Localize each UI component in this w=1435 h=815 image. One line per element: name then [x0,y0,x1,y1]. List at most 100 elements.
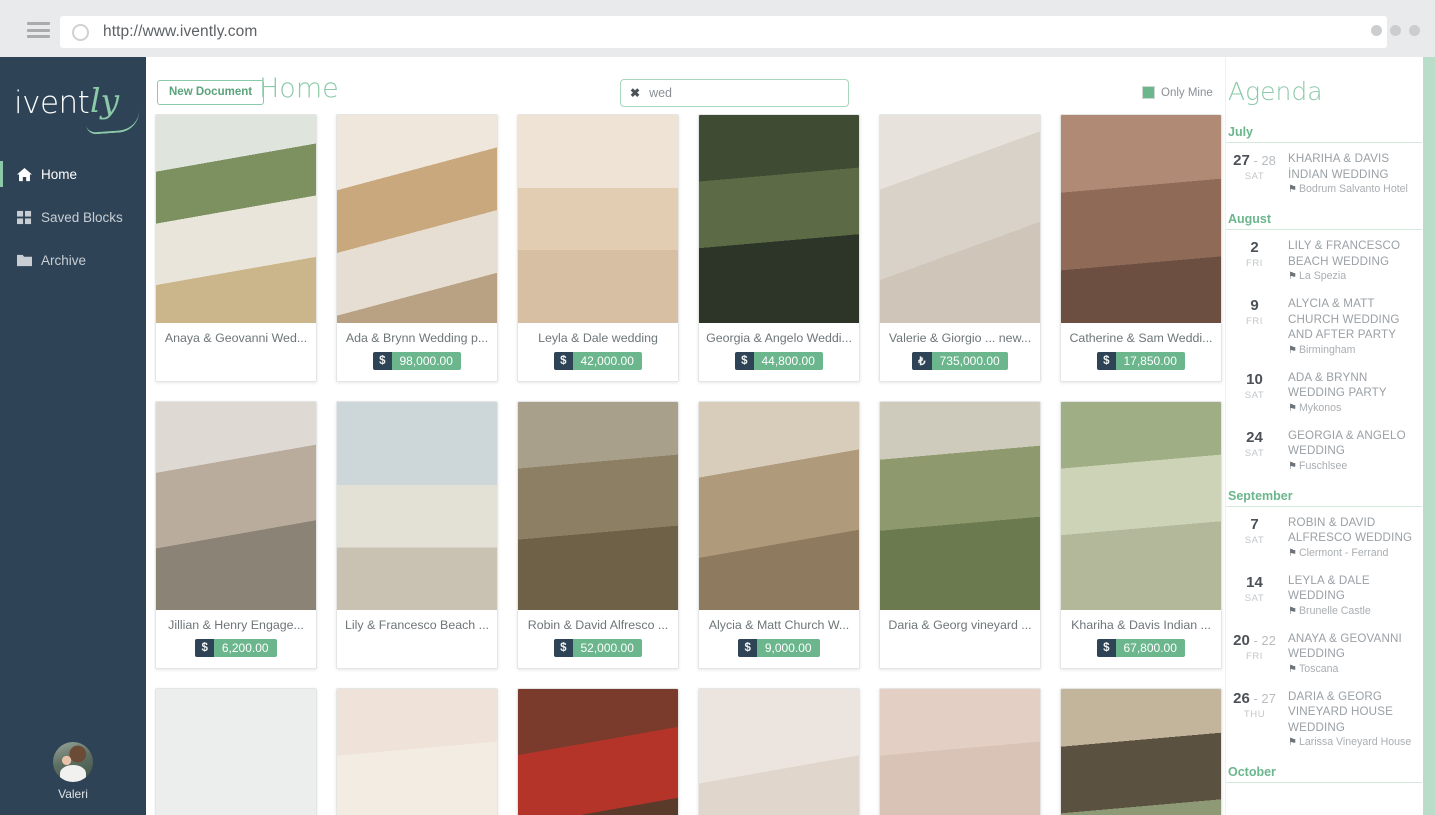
agenda-event-day: 14 [1246,573,1263,591]
agenda-panel: Agenda July 27 - 28 SAT KHARIHA & DAVIS İND… [1225,57,1435,815]
sidebar-item-saved-blocks[interactable]: Saved Blocks [0,200,146,234]
agenda-event[interactable]: 2 FRI LILY & FRANCESCO BEACH WEDDING ⚑ La Sp… [1226,235,1422,293]
agenda-event-day: 9 [1250,297,1259,314]
card-thumbnail [880,115,1040,323]
app-shell: ivent ly Home Saved Blocks Archive Valer… [0,57,1435,815]
price-amount: 6,200.00 [213,639,277,657]
card-thumbnail [518,402,678,610]
card-price-badge: $42,000.00 [554,352,642,370]
agenda-event[interactable]: 24 SAT GEORGIA & ANGELO WEDDING ⚑ Fuschlsee [1226,425,1422,483]
price-amount: 17,850.00 [1115,352,1185,370]
document-card[interactable]: Georgia & Angelo Weddi... $44,800.00 [698,114,860,382]
currency-symbol: $ [373,352,392,370]
card-thumbnail [156,402,316,610]
price-amount: 735,000.00 [931,352,1008,370]
document-card[interactable]: Robin & David Alfresco ... $52,000.00 [517,401,679,669]
location-pin-icon: ⚑ [1288,460,1297,472]
agenda-event-weekday: THU [1243,708,1266,720]
agenda-event[interactable]: 9 FRI ALYCIA & MATT CHURCH WEDDING AND AFT… [1226,293,1422,367]
agenda-event[interactable]: 7 SAT ROBIN & DAVID ALFRESCO WEDDING ⚑ Clerm… [1226,512,1422,570]
card-title: Khariha & Davis Indian ... [1071,618,1211,632]
document-card[interactable] [1060,688,1222,815]
agenda-event-day: 2 [1250,239,1259,256]
agenda-event-location: ⚑ Larissa Vineyard House [1288,735,1422,750]
card-body: Georgia & Angelo Weddi... $44,800.00 [699,323,859,378]
document-card[interactable] [517,688,679,815]
clear-x-icon[interactable]: ✖ [630,86,640,100]
card-body: Valerie & Giorgio ... new... ₺ 735,000.00 [880,323,1040,378]
agenda-event-date: 27 - 28 SAT [1228,151,1281,197]
url-text: http://www.ivently.com [103,23,258,40]
card-title: Georgia & Angelo Weddi... [706,331,852,345]
document-card[interactable]: Valerie & Giorgio ... new... ₺ 735,000.00 [879,114,1041,382]
card-thumbnail [156,115,316,323]
new-document-button[interactable]: New Document [157,80,265,105]
document-card[interactable]: Khariha & Davis Indian ... $67,800.00 [1060,401,1222,669]
document-card[interactable]: Lily & Francesco Beach ... [336,401,498,669]
card-price-badge: $9,000.00 [738,639,820,657]
agenda-event[interactable]: 20 - 22 FRI ANAYA & GEOVANNI WEDDING ⚑ Tosca… [1226,628,1422,686]
agenda-event-name: LEYLA & DALE WEDDING [1288,573,1370,603]
document-card[interactable]: Ada & Brynn Wedding p... $98,000.00 [336,114,498,382]
agenda-event-name: DARIA & GEORG VINEYARD HOUSE WEDDING [1288,689,1393,734]
card-body: Catherine & Sam Weddi... $17,850.00 [1061,323,1221,378]
agenda-event-info: LILY & FRANCESCO BEACH WEDDING ⚑ La Spezia [1288,238,1422,284]
agenda-event-date: 9 FRI [1228,296,1281,358]
document-card[interactable]: Daria & Georg vineyard ... [879,401,1041,669]
hamburger-menu-icon[interactable] [27,22,50,38]
card-body: Anaya & Geovanni Wed... [156,323,316,355]
card-title: Valerie & Giorgio ... new... [888,331,1032,345]
document-card[interactable]: Alycia & Matt Church W... $9,000.00 [698,401,860,669]
agenda-event-location-text: Bodrum Salvanto Hotel [1298,183,1408,195]
card-thumbnail [1061,402,1221,610]
card-thumbnail [337,402,497,610]
agenda-event-weekday: SAT [1244,171,1265,182]
document-card[interactable]: Anaya & Geovanni Wed... [155,114,317,382]
url-bar[interactable]: http://www.ivently.com [60,16,1387,48]
document-card[interactable]: Catherine & Sam Weddi... $17,850.00 [1060,114,1222,382]
document-card[interactable] [879,688,1041,815]
card-price-badge: $17,850.00 [1097,352,1185,370]
document-card-grid: Anaya & Geovanni Wed... Ada & Brynn Weddi… [154,114,1225,815]
sidebar-user[interactable]: Valeri [0,742,146,801]
agenda-event-location: ⚑ Fuschlsee [1288,459,1422,474]
card-title: Catherine & Sam Weddi... [1069,331,1213,345]
sidebar-item-home[interactable]: Home [0,157,146,191]
document-card[interactable] [336,688,498,815]
document-card[interactable]: Leyla & Dale wedding $42,000.00 [517,114,679,382]
card-body: Jillian & Henry Engage... $6,200.00 [156,610,316,665]
agenda-event[interactable]: 27 - 28 SAT KHARIHA & DAVIS İNDIAN WEDDING… [1226,148,1422,206]
search-input[interactable]: ✖ wed [620,79,849,107]
agenda-month-header: September [1226,483,1422,507]
agenda-event-name: KHARIHA & DAVIS İNDIAN WEDDING [1288,152,1390,181]
card-price-badge: $67,800.00 [1097,639,1185,657]
agenda-event[interactable]: 26 - 27 THU DARIA & GEORG VINEYARD HOUSE W… [1226,686,1422,760]
price-amount: 52,000.00 [572,639,642,657]
price-amount: 98,000.00 [391,352,461,370]
location-pin-icon: ⚑ [1288,663,1297,675]
sidebar-item-archive[interactable]: Archive [0,243,146,277]
only-mine-checkbox[interactable]: Only Mine [1142,86,1213,99]
agenda-event-location-text: Clermont - Ferrand [1298,546,1389,559]
price-amount: 42,000.00 [572,352,642,370]
document-card[interactable] [155,688,317,815]
agenda-event[interactable]: 10 SAT ADA & BRYNN WEDDING PARTY ⚑ Mykonos [1226,367,1422,425]
card-thumbnail [699,115,859,323]
avatar [53,742,93,782]
agenda-event[interactable]: 14 SAT LEYLA & DALE WEDDING ⚑ Brunelle Castl… [1226,570,1422,628]
logo-main-text: ivent [14,85,90,121]
agenda-event-location: ⚑ La Spezia [1288,269,1422,284]
window-controls-icon[interactable] [1371,25,1420,36]
card-body: Alycia & Matt Church W... $9,000.00 [699,610,859,665]
document-card[interactable]: Jillian & Henry Engage... $6,200.00 [155,401,317,669]
agenda-month-header: August [1226,206,1422,230]
card-thumbnail [880,689,1040,815]
document-card[interactable] [698,688,860,815]
toolbar: New Document Home ✖ wed Only Mine [146,57,1225,114]
browser-chrome: http://www.ivently.com [0,0,1435,57]
agenda-event-name: LILY & FRANCESCO BEACH WEDDING [1288,239,1401,268]
card-title: Ada & Brynn Wedding p... [345,331,489,345]
home-icon [17,167,32,181]
agenda-event-date: 20 - 22 FRI [1228,631,1281,677]
app-logo[interactable]: ivent ly [14,79,141,137]
